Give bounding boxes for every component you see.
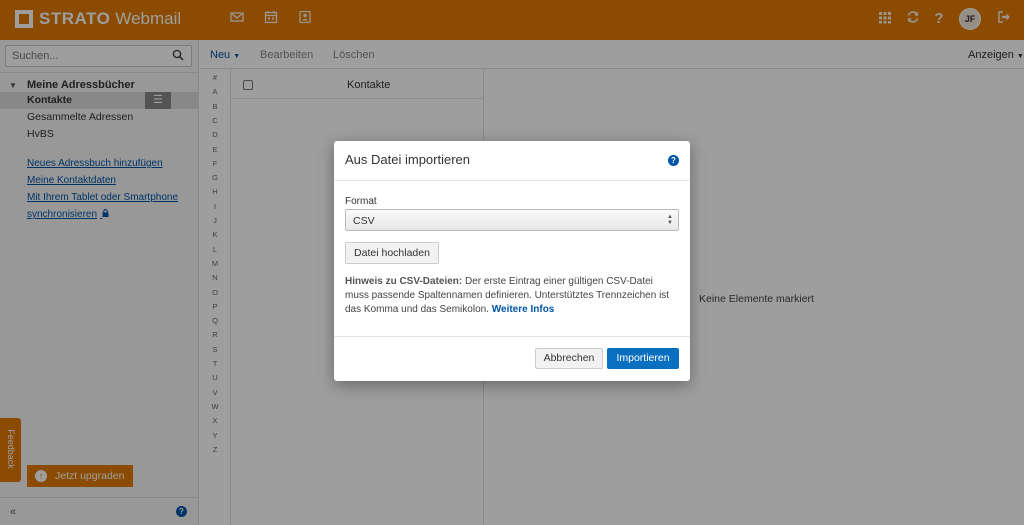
dialog-divider — [334, 180, 690, 181]
dialog-help-icon[interactable]: ? — [668, 155, 679, 166]
format-select[interactable]: CSV — [345, 209, 679, 231]
dialog-footer-divider — [334, 336, 690, 337]
format-value: CSV — [353, 215, 375, 227]
more-info-link[interactable]: Weitere Infos — [492, 304, 555, 315]
cancel-button[interactable]: Abbrechen — [535, 348, 603, 369]
hint-title: Hinweis zu CSV-Dateien: — [345, 276, 463, 287]
import-dialog: Aus Datei importieren ? Format CSV ▲ ▼ Da… — [334, 141, 690, 381]
csv-hint: Hinweis zu CSV-Dateien: Der erste Eintra… — [345, 275, 679, 317]
select-arrows-icon: ▲ ▼ — [667, 214, 673, 226]
format-label: Format — [345, 196, 377, 207]
import-button[interactable]: Importieren — [607, 348, 679, 369]
upload-file-button[interactable]: Datei hochladen — [345, 242, 439, 264]
dialog-title: Aus Datei importieren — [345, 152, 470, 167]
